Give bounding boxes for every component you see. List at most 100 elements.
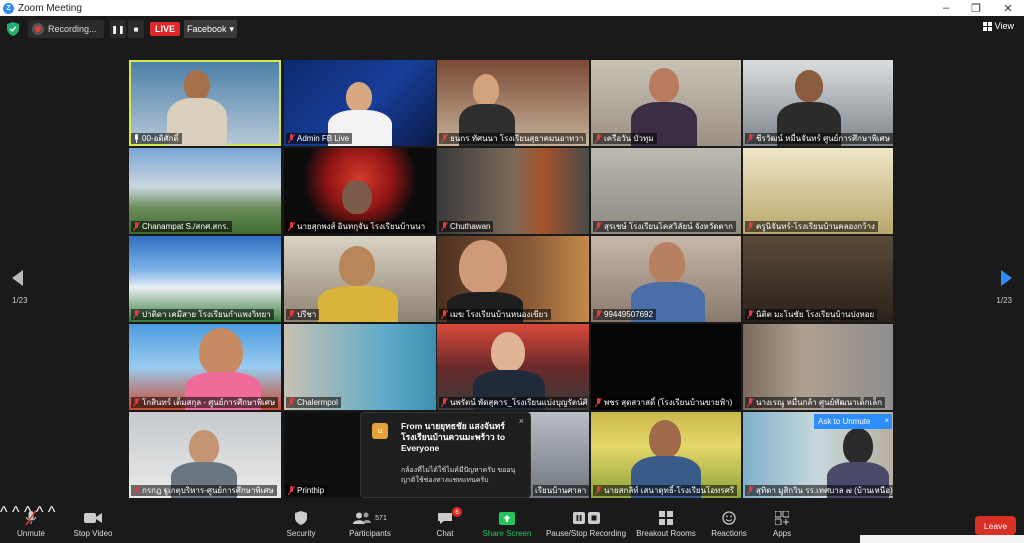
participant-name: กรกฎ ฐูเกตุบริหาร-ศูนย์การศึกษาพิเศษ xyxy=(131,485,277,496)
mic-muted-icon xyxy=(595,310,602,319)
video-tile[interactable]: นางเรณู หมื่นกล้า ศูนย์พัฒนาเด็กเล็ก xyxy=(743,324,893,410)
breakout-rooms-label: Breakout Rooms xyxy=(636,529,696,538)
participants-button[interactable]: 571 Participants xyxy=(346,510,394,538)
video-tile[interactable]: Admin FB Live xyxy=(284,60,436,146)
mic-muted-icon xyxy=(595,134,602,143)
video-tile[interactable]: กรกฎ ฐูเกตุบริหาร-ศูนย์การศึกษาพิเศษ xyxy=(129,412,281,498)
share-screen-button[interactable]: Share Screen xyxy=(481,510,533,538)
window-title: Zoom Meeting xyxy=(18,2,82,14)
participant-name: นางเรณู หมื่นกล้า ศูนย์พัฒนาเด็กเล็ก xyxy=(745,397,885,408)
share-screen-label: Share Screen xyxy=(482,529,532,538)
stop-video-button[interactable]: Stop Video xyxy=(70,510,116,538)
stream-target-dropdown[interactable]: Facebook ▾ xyxy=(184,20,237,38)
participant-name: ครูนิจันทร์-โรงเรียนบ้านคลองกว้าง xyxy=(745,221,878,232)
video-tile[interactable]: เมฆ โรงเรียนบ้านหนองเขียว xyxy=(437,236,589,322)
close-icon[interactable]: × xyxy=(519,416,524,426)
unmute-button[interactable]: Unmute xyxy=(12,510,50,538)
chat-notification[interactable]: น From นายยุทธชัย แสงจันทร์ โรงเรียนบ้าน… xyxy=(360,412,531,498)
pause-recording-icon[interactable]: ❚❚ xyxy=(110,20,126,38)
maximize-icon[interactable]: ❐ xyxy=(960,0,992,16)
participant-name: เรียนบ้านศาลา xyxy=(533,485,589,496)
video-tile[interactable]: ปรีชา xyxy=(284,236,436,322)
breakout-rooms-button[interactable]: Breakout Rooms xyxy=(636,510,696,538)
apps-button[interactable]: Apps xyxy=(768,510,796,538)
video-camera-icon xyxy=(84,513,102,523)
video-tile[interactable]: โกสินทร์ เต็มสกุล - ศูนย์การศึกษาพิเศษ xyxy=(129,324,281,410)
reactions-button[interactable]: Reactions xyxy=(710,510,748,538)
mic-muted-icon xyxy=(747,398,754,407)
security-button[interactable]: Security xyxy=(282,510,320,538)
mic-muted-icon xyxy=(288,398,295,407)
video-tile[interactable]: พชร สุดสวาสดิ์ (โรงเรียนบ้านขายฟ้า) xyxy=(591,324,741,410)
mic-muted-icon xyxy=(133,310,140,319)
recording-label: Pause/Stop Recording xyxy=(545,529,627,538)
previous-page-arrow-icon[interactable] xyxy=(12,270,23,286)
video-tile[interactable]: เครือวัน บัวทุม xyxy=(591,60,741,146)
participant-name: Chanampat S./สกศ.สกร. xyxy=(131,221,232,232)
video-tile[interactable]: ชีรวัฒน์ หมื่นจันทร์ ศูนย์การศึกษาพิเศษ xyxy=(743,60,893,146)
reactions-label: Reactions xyxy=(711,529,747,538)
participant-name: สุรเชษ์ โรงเรียนโคสวิลัยน์ จังหวัดตาก xyxy=(593,221,736,232)
mic-icon xyxy=(135,134,138,143)
close-icon[interactable]: ✕ xyxy=(992,0,1024,16)
video-tile[interactable]: สุรเชษ์ โรงเรียนโคสวิลัยน์ จังหวัดตาก xyxy=(591,148,741,234)
mic-muted-icon xyxy=(288,222,295,231)
video-tile[interactable]: นายสกลิท์ เสนาดุทธิ์-โรงเรียนโอทรศรี xyxy=(591,412,741,498)
stream-target-label: Facebook xyxy=(186,24,227,34)
mic-muted-icon xyxy=(747,486,754,495)
participants-count: 571 xyxy=(375,514,387,522)
recording-dot-icon xyxy=(32,23,44,35)
pause-stop-recording-button[interactable]: Pause/Stop Recording xyxy=(545,510,627,538)
video-tile[interactable]: Chanampat S./สกศ.สกร. xyxy=(129,148,281,234)
mic-muted-icon xyxy=(441,310,448,319)
participant-name: ชีรวัฒน์ หมื่นจันทร์ ศูนย์การศึกษาพิเศษ xyxy=(745,133,893,144)
chat-unread-badge: 6 xyxy=(452,507,462,517)
mic-muted-icon xyxy=(25,510,37,526)
share-screen-icon xyxy=(499,511,515,525)
shield-icon[interactable] xyxy=(7,22,19,36)
apps-icon xyxy=(775,511,789,525)
video-tile[interactable]: นิติต มะโนชัย โรงเรียนบ้านปงหอย xyxy=(743,236,893,322)
chat-button[interactable]: 6 Chat xyxy=(430,507,462,538)
recording-indicator: Recording... xyxy=(28,20,104,38)
participant-name: Chalermpol xyxy=(286,397,341,408)
minimize-icon[interactable]: – xyxy=(930,0,962,16)
ask-to-unmute-button[interactable]: Ask to Unmute × xyxy=(814,414,892,429)
participant-name: Printhip xyxy=(286,485,328,496)
video-tile[interactable]: นายสุกพงส์ อินทกุจัน โรงเรียนบ้านนา xyxy=(284,148,436,234)
video-tile[interactable]: ครูนิจันทร์-โรงเรียนบ้านคลองกว้าง xyxy=(743,148,893,234)
unmute-label: Unmute xyxy=(16,529,45,538)
stop-icon xyxy=(587,512,600,524)
chevron-up-icon[interactable]: ^ xyxy=(0,504,8,521)
close-icon[interactable]: × xyxy=(884,416,889,425)
participant-name: นพรัตน์ พัดสุคาร_โรงเรียนแบ่งบุญรัตน์ศึก… xyxy=(439,397,587,408)
mic-muted-icon xyxy=(441,398,448,407)
window-titlebar: Z Zoom Meeting – ❐ ✕ xyxy=(0,0,1024,16)
participant-name: 00-อดิศักดิ์ xyxy=(131,133,182,144)
video-tile[interactable]: Chuthawan xyxy=(437,148,589,234)
stop-recording-icon[interactable]: ■ xyxy=(128,20,144,38)
apps-label: Apps xyxy=(772,529,792,538)
participant-name: ปรีชา xyxy=(286,309,320,320)
mic-muted-icon xyxy=(595,398,602,407)
smiley-icon xyxy=(722,511,736,525)
video-tile[interactable]: Chalermpol xyxy=(284,324,436,410)
mic-muted-icon xyxy=(133,398,140,407)
video-tile[interactable]: 00-อดิศักดิ์ xyxy=(129,60,281,146)
participants-icon xyxy=(353,512,372,524)
video-tile[interactable]: 99449507692 xyxy=(591,236,741,322)
stop-video-label: Stop Video xyxy=(73,529,113,538)
video-tile[interactable]: ธนกร ทัศนนา โรงเรียนสุธาคมนอาทวา xyxy=(437,60,589,146)
view-button[interactable]: View xyxy=(982,21,1014,31)
mic-muted-icon xyxy=(747,134,754,143)
chat-bubble-icon xyxy=(438,512,452,524)
next-page-arrow-icon[interactable] xyxy=(1001,270,1012,286)
mic-muted-icon xyxy=(288,134,295,143)
participant-name: สุทิดา มูสิกวิน รร.เทศบาล ๗ (บ้านเหนือ) xyxy=(745,485,893,496)
chat-label: Chat xyxy=(436,529,454,538)
live-badge: LIVE xyxy=(150,22,181,36)
mic-muted-icon xyxy=(288,310,295,319)
leave-button[interactable]: Leave xyxy=(975,516,1016,535)
video-tile[interactable]: นพรัตน์ พัดสุคาร_โรงเรียนแบ่งบุญรัตน์ศึก… xyxy=(437,324,589,410)
video-tile[interactable]: ปาติดา เคมีสาย โรงเรียนกำแพงวิทยา xyxy=(129,236,281,322)
